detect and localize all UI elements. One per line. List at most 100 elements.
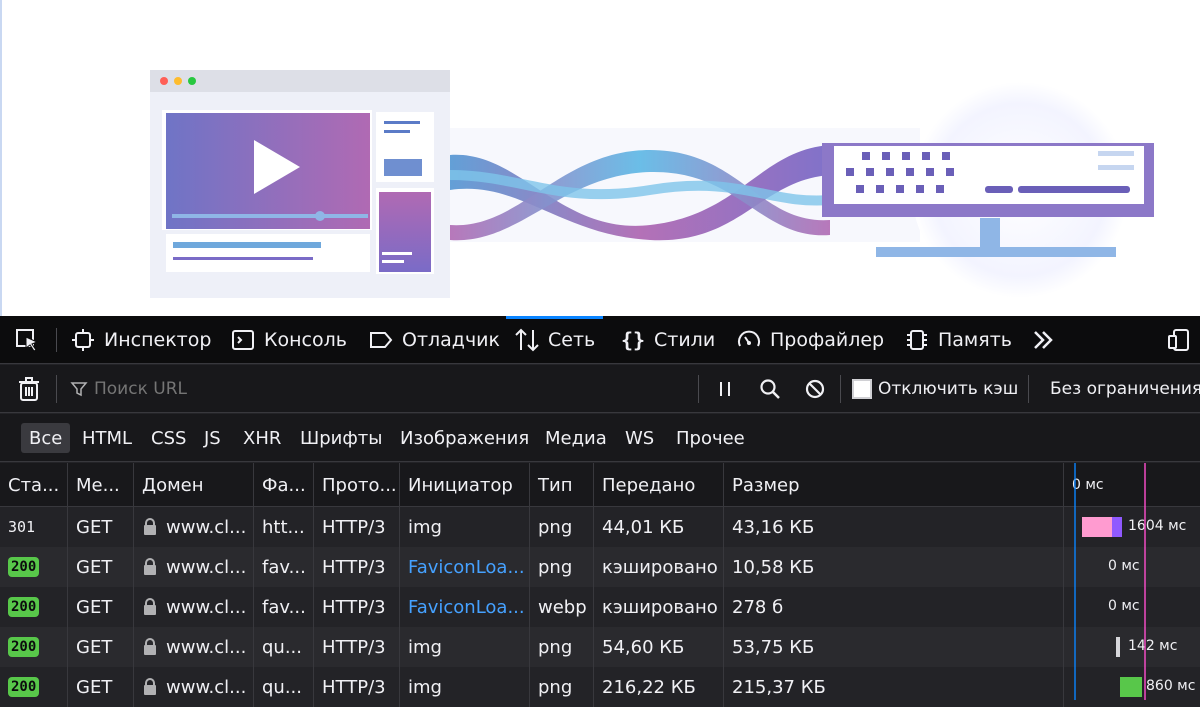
domain-text: www.cl...: [166, 676, 247, 698]
block-requests-button[interactable]: [804, 378, 826, 400]
lock-icon: [144, 678, 156, 695]
disable-cache-toggle[interactable]: Отключить кэш: [852, 365, 1018, 413]
network-illustration: [150, 70, 1154, 298]
more-tools-button[interactable]: [1030, 316, 1064, 364]
waterfall-bar: [1116, 637, 1120, 657]
element-picker-button[interactable]: [14, 316, 48, 364]
cell-file: htt...: [254, 507, 314, 547]
initiator-link[interactable]: FaviconLoa...: [400, 587, 530, 627]
filter-ws[interactable]: WS: [617, 423, 662, 453]
waterfall-timing-label: 1604 мс: [1128, 518, 1187, 534]
filter-js[interactable]: JS: [196, 423, 229, 453]
cell-status: 301: [0, 507, 68, 547]
tab-label: Профайлер: [770, 329, 885, 351]
cell-domain: www.cl...: [134, 587, 254, 627]
filter-css[interactable]: CSS: [143, 423, 194, 453]
column-protocol[interactable]: Прото...: [314, 463, 400, 507]
domain-text: www.cl...: [166, 636, 247, 658]
column-method[interactable]: Ме...: [68, 463, 134, 507]
table-row[interactable]: 200 GET www.cl... qu... HTTP/3 img png 54,60 КБ…: [0, 627, 1200, 667]
waterfall-timing-label: 0 мс: [1108, 558, 1140, 574]
table-row[interactable]: 200 GET www.cl... fav... HTTP/3 FaviconLoa...…: [0, 547, 1200, 587]
status-badge: 200: [8, 637, 40, 657]
cell-method: GET: [68, 547, 134, 587]
cell-file: qu...: [254, 667, 314, 707]
lock-icon: [144, 518, 156, 535]
cell-type: webp: [530, 587, 594, 627]
table-row[interactable]: 200 GET www.cl... qu... HTTP/3 img png 216,22 К…: [0, 667, 1200, 707]
column-transferred[interactable]: Передано: [594, 463, 724, 507]
devtools-tabbar: Инспектор Консоль Отладчик Сеть {} Стили: [0, 316, 1200, 364]
pause-button[interactable]: [714, 378, 736, 400]
filter-other[interactable]: Прочее: [668, 423, 753, 453]
cell-file: fav...: [254, 587, 314, 627]
tab-label: Стили: [654, 329, 716, 351]
filter-media[interactable]: Медиа: [537, 423, 615, 453]
tab-separator: [56, 328, 57, 352]
search-icon: [760, 379, 780, 399]
debugger-icon: [368, 327, 394, 353]
column-type[interactable]: Тип: [530, 463, 594, 507]
filter-fonts[interactable]: Шрифты: [292, 423, 390, 453]
cell-transferred: кэшировано: [594, 547, 724, 587]
tab-network[interactable]: Сеть: [505, 316, 604, 364]
domain-text: www.cl...: [166, 516, 247, 538]
tab-debugger[interactable]: Отладчик: [368, 316, 500, 364]
tab-memory[interactable]: Память: [904, 316, 1012, 364]
cell-type: png: [530, 627, 594, 667]
cell-transferred: кэшировано: [594, 587, 724, 627]
cell-transferred: 54,60 КБ: [594, 627, 724, 667]
waterfall-timing-label: 860 мс: [1146, 678, 1196, 694]
cell-domain: www.cl...: [134, 507, 254, 547]
tab-styles[interactable]: {} Стили: [620, 316, 715, 364]
console-icon: [230, 327, 256, 353]
disable-cache-checkbox[interactable]: [852, 379, 872, 399]
filter-all[interactable]: Все: [21, 423, 71, 453]
cell-protocol: HTTP/3: [314, 547, 400, 587]
tab-profiler[interactable]: Профайлер: [736, 316, 884, 364]
tab-label: Сеть: [548, 329, 596, 351]
status-badge: 301: [8, 518, 36, 536]
tab-inspector[interactable]: Инспектор: [70, 316, 211, 364]
cell-protocol: HTTP/3: [314, 507, 400, 547]
domain-text: www.cl...: [166, 556, 247, 578]
waterfall-load-line: [1144, 463, 1146, 700]
responsive-design-button[interactable]: [1166, 316, 1200, 364]
column-size[interactable]: Размер: [724, 463, 1064, 507]
hero-illustration: [0, 0, 1200, 316]
cell-protocol: HTTP/3: [314, 627, 400, 667]
column-file[interactable]: Фа...: [254, 463, 314, 507]
table-row[interactable]: 200 GET www.cl... fav... HTTP/3 FaviconLoa...…: [0, 587, 1200, 627]
cell-size: 10,58 КБ: [724, 547, 1064, 587]
toolbar-separator: [698, 375, 699, 403]
clear-requests-button[interactable]: [16, 376, 42, 402]
waterfall-bar: [1120, 677, 1142, 697]
filter-html[interactable]: HTML: [74, 423, 140, 453]
url-filter-field[interactable]: [64, 373, 694, 405]
cell-protocol: HTTP/3: [314, 667, 400, 707]
status-badge: 200: [8, 557, 40, 577]
search-button[interactable]: [758, 377, 782, 401]
double-chevron-right-icon: [1030, 327, 1056, 353]
gauge-icon: [736, 327, 762, 353]
column-status[interactable]: Ста...: [0, 463, 68, 507]
tab-console[interactable]: Консоль: [230, 316, 347, 364]
table-row[interactable]: 301 GET www.cl... htt... HTTP/3 img png 44,01 К…: [0, 507, 1200, 547]
initiator-link[interactable]: FaviconLoa...: [400, 547, 530, 587]
throttling-select[interactable]: Без ограничения: [1050, 365, 1200, 413]
network-toolbar: Отключить кэш Без ограничения: [0, 365, 1200, 413]
waterfall-dom-content-line: [1074, 463, 1076, 700]
cell-initiator: img: [400, 627, 530, 667]
column-initiator[interactable]: Инициатор: [400, 463, 530, 507]
filter-images[interactable]: Изображения: [392, 423, 537, 453]
cell-size: 278 б: [724, 587, 1064, 627]
cell-protocol: HTTP/3: [314, 587, 400, 627]
braces-icon: {}: [620, 328, 646, 352]
url-filter-input[interactable]: [94, 379, 654, 399]
cell-status: 200: [0, 587, 68, 627]
column-waterfall[interactable]: 0 мс: [1064, 463, 1200, 507]
cell-type: png: [530, 547, 594, 587]
filter-xhr[interactable]: XHR: [235, 423, 289, 453]
pointer-picker-icon: [14, 327, 40, 353]
column-domain[interactable]: Домен: [134, 463, 254, 507]
